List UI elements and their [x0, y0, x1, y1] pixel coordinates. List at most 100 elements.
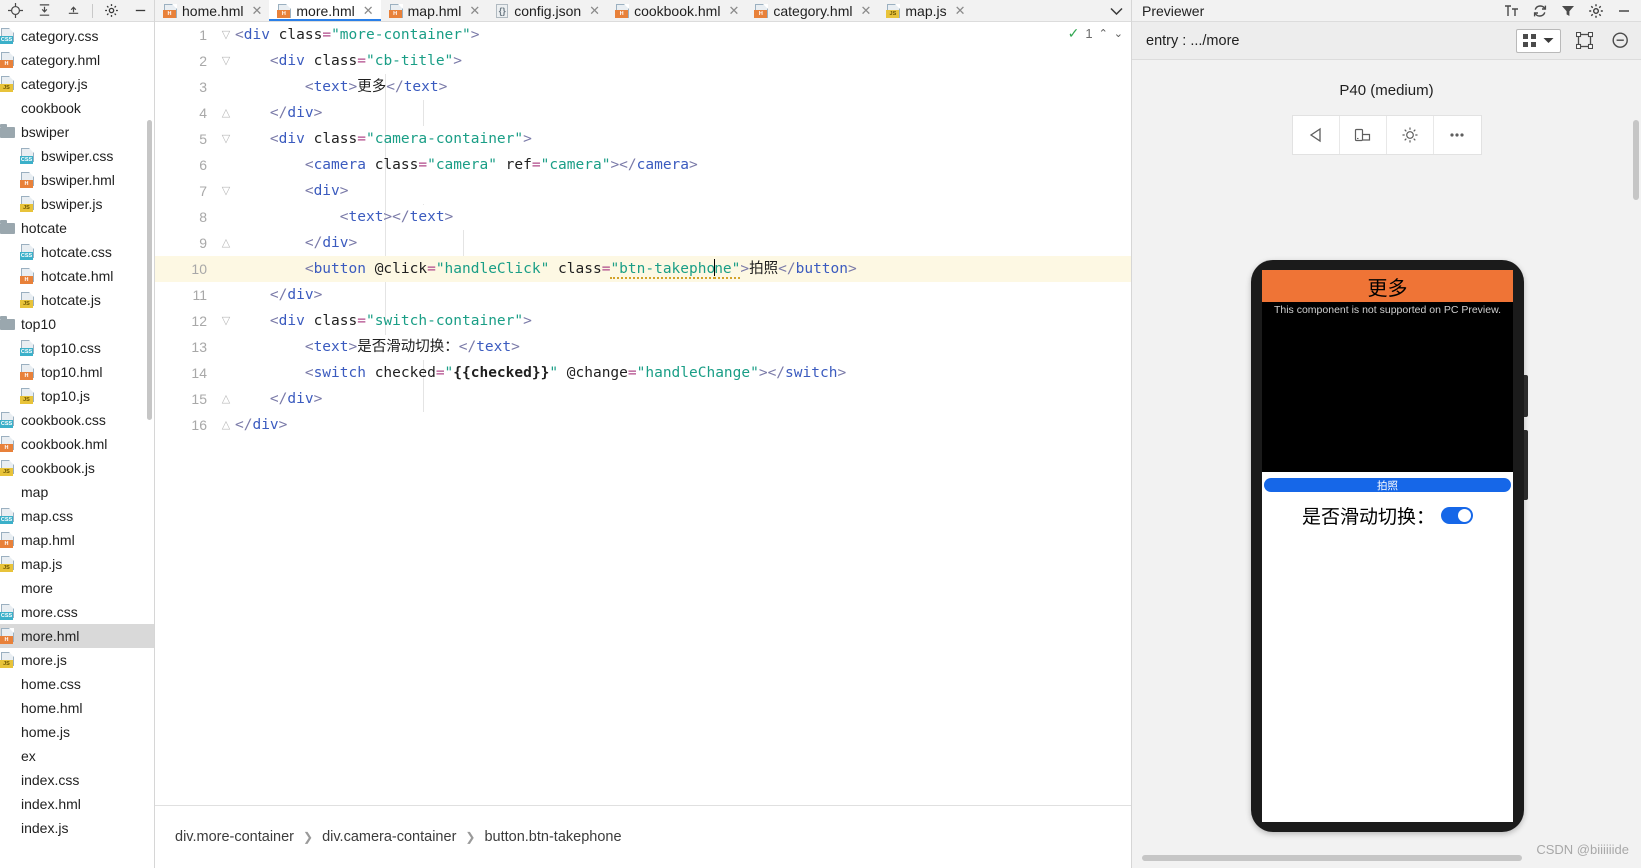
tree-item-cookbook[interactable]: cookbook [0, 96, 154, 120]
code-line-11[interactable]: 11 </div> [155, 282, 1131, 308]
tree-item-top10-hml[interactable]: Htop10.hml [0, 360, 154, 384]
project-file-explorer[interactable]: CSS category.css Hcategory.hml JS category.j… [0, 0, 155, 868]
code-line-12[interactable]: 12 ▽ <div class="switch-container"> [155, 308, 1131, 334]
breadcrumb-item[interactable]: div.more-container [175, 829, 294, 845]
tree-item-ex[interactable]: ex [0, 744, 154, 768]
sidebar-scrollbar[interactable] [147, 120, 152, 420]
tree-item-more[interactable]: more [0, 576, 154, 600]
fold-marker[interactable]: △ [219, 386, 233, 412]
fold-marker[interactable]: ▽ [219, 22, 233, 48]
rotate-left-icon[interactable] [1293, 116, 1340, 154]
filter-icon[interactable] [1555, 1, 1581, 21]
tree-item-hotcate-hml[interactable]: Hhotcate.hml [0, 264, 154, 288]
editor-tab-more-hml[interactable]: Hmore.hml ✕ [269, 0, 381, 21]
collapse-all-icon[interactable] [31, 1, 58, 21]
slide-toggle-switch[interactable] [1441, 507, 1473, 524]
fold-marker[interactable]: △ [219, 230, 233, 256]
tree-item-hotcate-js[interactable]: JS hotcate.js [0, 288, 154, 312]
editor-tab-map-hml[interactable]: Hmap.hml ✕ [380, 0, 488, 21]
tree-item-top10-css[interactable]: CSS top10.css [0, 336, 154, 360]
take-photo-button[interactable]: 拍照 [1264, 478, 1511, 492]
tree-item-top10[interactable]: top10 [0, 312, 154, 336]
code-line-13[interactable]: 13 <text>是否滑动切换：</text> [155, 334, 1131, 360]
close-icon[interactable]: ✕ [860, 3, 871, 19]
fold-marker[interactable]: ▽ [219, 178, 233, 204]
tree-item-cookbook-css[interactable]: CSS cookbook.css [0, 408, 154, 432]
gear-icon[interactable] [1583, 1, 1609, 21]
editor-tab-category-hml[interactable]: Hcategory.hml ✕ [746, 0, 879, 21]
code-line-2[interactable]: 2 ▽ <div class="cb-title"> [155, 48, 1131, 74]
more-icon[interactable] [1434, 116, 1480, 154]
tree-item-category-hml[interactable]: Hcategory.hml [0, 48, 154, 72]
code-line-7[interactable]: 7 ▽ <div> [155, 178, 1131, 204]
refresh-icon[interactable] [1527, 1, 1553, 21]
code-line-9[interactable]: 9 △ </div> [155, 230, 1131, 256]
code-line-4[interactable]: 4 △ </div> [155, 100, 1131, 126]
editor-tab-home-hml[interactable]: Hhome.hml ✕ [155, 0, 270, 21]
tree-item-map[interactable]: map [0, 480, 154, 504]
fold-marker[interactable]: △ [219, 100, 233, 126]
tree-item-home-js[interactable]: home.js [0, 720, 154, 744]
tree-item-home-css[interactable]: home.css [0, 672, 154, 696]
tab-overflow-chevron-down-icon[interactable] [1102, 0, 1131, 21]
brightness-icon[interactable] [1387, 116, 1435, 154]
fold-marker[interactable]: △ [219, 412, 233, 438]
phone-screen[interactable]: 更多 This component is not supported on PC… [1262, 270, 1513, 822]
target-icon[interactable] [2, 1, 29, 21]
editor-tab-config-json[interactable]: {} config.json ✕ [487, 0, 608, 21]
gear-icon[interactable] [98, 1, 125, 21]
minimize-icon[interactable] [1611, 1, 1637, 21]
chevron-up-icon[interactable]: ⌃ [1099, 27, 1108, 40]
orientation-icon[interactable] [1340, 116, 1387, 154]
close-icon[interactable]: ✕ [589, 3, 600, 19]
tree-item-more-css[interactable]: CSS more.css [0, 600, 154, 624]
code-lines[interactable]: 1 ▽ <div class="more-container"> 2 ▽ <div cl… [155, 22, 1131, 805]
tree-item-bswiper[interactable]: bswiper [0, 120, 154, 144]
code-line-3[interactable]: 3 <text>更多</text> [155, 74, 1131, 100]
zoom-out-icon[interactable] [1607, 31, 1633, 51]
editor-inspection-status[interactable]: ✓ 1 ⌃ ⌄ [1068, 25, 1123, 42]
fold-marker[interactable]: ▽ [219, 126, 233, 152]
editor-tab-bar[interactable]: Hhome.hml ✕ Hmore.hml ✕ Hmap.hml ✕ {} config.js… [155, 0, 1131, 22]
tree-item-map-hml[interactable]: Hmap.hml [0, 528, 154, 552]
tree-item-category-css[interactable]: CSS category.css [0, 24, 154, 48]
breadcrumb[interactable]: div.more-container ❯ div.camera-container ❯… [155, 805, 1131, 868]
code-line-14[interactable]: 14 <switch checked="{{checked}}" @change… [155, 360, 1131, 386]
text-size-icon[interactable] [1499, 1, 1525, 21]
code-line-1[interactable]: 1 ▽ <div class="more-container"> [155, 22, 1131, 48]
fold-marker[interactable]: ▽ [219, 48, 233, 74]
close-icon[interactable]: ✕ [363, 3, 374, 19]
tree-item-index-js[interactable]: index.js [0, 816, 154, 840]
tree-item-cookbook-hml[interactable]: Hcookbook.hml [0, 432, 154, 456]
code-line-8[interactable]: 8 <text></text> [155, 204, 1131, 230]
tree-item-bswiper-js[interactable]: JS bswiper.js [0, 192, 154, 216]
tree-item-category-js[interactable]: JS category.js [0, 72, 154, 96]
code-line-5[interactable]: 5 ▽ <div class="camera-container"> [155, 126, 1131, 152]
tree-item-index-hml[interactable]: index.hml [0, 792, 154, 816]
minimize-icon[interactable] [127, 1, 154, 21]
editor-tab-map-js[interactable]: JS map.js ✕ [878, 0, 973, 21]
tree-item-more-js[interactable]: JS more.js [0, 648, 154, 672]
editor-tab-cookbook-hml[interactable]: Hcookbook.hml ✕ [607, 0, 747, 21]
fold-marker[interactable]: ▽ [219, 308, 233, 334]
code-line-10[interactable]: 10 <button @click="handleClick" class="b… [155, 256, 1131, 282]
previewer-vertical-scrollbar[interactable] [1633, 120, 1639, 200]
tree-item-more-hml[interactable]: Hmore.hml [0, 624, 154, 648]
tree-item-home-hml[interactable]: home.hml [0, 696, 154, 720]
tree-item-hotcate-css[interactable]: CSS hotcate.css [0, 240, 154, 264]
expand-icon[interactable] [60, 1, 87, 21]
layout-dropdown[interactable] [1516, 28, 1561, 53]
chevron-down-icon[interactable]: ⌄ [1114, 27, 1123, 40]
tree-item-cookbook-js[interactable]: JS cookbook.js [0, 456, 154, 480]
close-icon[interactable]: ✕ [955, 3, 966, 19]
close-icon[interactable]: ✕ [728, 3, 739, 19]
tree-item-bswiper-css[interactable]: CSS bswiper.css [0, 144, 154, 168]
tree-item-bswiper-hml[interactable]: Hbswiper.hml [0, 168, 154, 192]
device-toolbar[interactable] [1291, 115, 1482, 155]
fit-frame-icon[interactable] [1571, 31, 1597, 51]
file-tree[interactable]: CSS category.css Hcategory.hml JS category.j… [0, 22, 154, 840]
previewer-horizontal-scrollbar[interactable] [1142, 855, 1522, 861]
close-icon[interactable]: ✕ [469, 3, 480, 19]
tree-item-hotcate[interactable]: hotcate [0, 216, 154, 240]
code-line-15[interactable]: 15 △ </div> [155, 386, 1131, 412]
